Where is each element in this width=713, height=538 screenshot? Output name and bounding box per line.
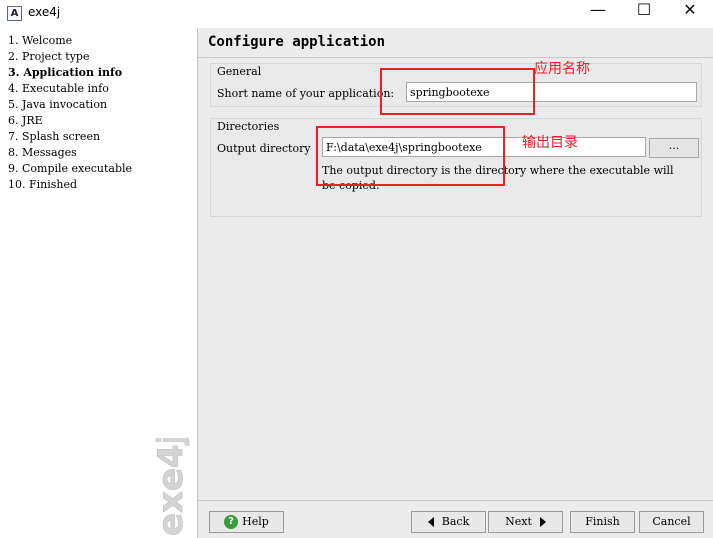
app-name-annotation: 应用名称 xyxy=(534,61,590,77)
window-title: exe4j xyxy=(28,5,61,19)
general-legend: General xyxy=(217,65,262,78)
step-compile-executable: 9. Compile executable xyxy=(8,162,133,175)
step-executable-info: 4. Executable info xyxy=(8,82,109,95)
step-splash-screen: 7. Splash screen xyxy=(8,130,101,143)
wizard-steps-sidebar: 1. Welcome 2. Project type 3. Applicatio… xyxy=(0,28,198,538)
back-button[interactable]: Back xyxy=(411,511,486,533)
step-application-info: 3. Application info xyxy=(8,66,123,79)
back-label: Back xyxy=(441,515,470,528)
page-title: Configure application xyxy=(208,34,386,50)
output-dir-annotation-box xyxy=(316,126,505,186)
help-icon: ? xyxy=(224,515,239,529)
step-java-invocation: 5. Java invocation xyxy=(8,98,108,111)
help-label: Help xyxy=(242,515,269,528)
short-name-label: Short name of your application: xyxy=(217,87,395,100)
next-arrow-icon xyxy=(539,517,546,527)
next-button[interactable]: Next xyxy=(488,511,563,533)
app-name-annotation-box xyxy=(380,68,535,115)
step-welcome: 1. Welcome xyxy=(8,34,73,47)
maximize-button[interactable]: ☐ xyxy=(621,0,667,28)
output-dir-annotation: 输出目录 xyxy=(522,135,578,151)
browse-button[interactable]: ... xyxy=(649,138,699,158)
cancel-button[interactable]: Cancel xyxy=(639,511,704,533)
step-project-type: 2. Project type xyxy=(8,50,90,63)
step-finished: 10. Finished xyxy=(8,178,78,191)
step-messages: 8. Messages xyxy=(8,146,77,159)
watermark-text: exe4j xyxy=(151,438,191,536)
directories-legend: Directories xyxy=(217,120,280,133)
main-panel: Configure application General Short name… xyxy=(198,28,713,538)
steps-list: 1. Welcome 2. Project type 3. Applicatio… xyxy=(0,28,197,193)
close-button[interactable]: ✕ xyxy=(667,0,713,28)
minimize-button[interactable]: — xyxy=(575,0,621,28)
help-button[interactable]: ? Help xyxy=(209,511,284,533)
title-bar: A exe4j — ☐ ✕ xyxy=(0,0,713,28)
output-directory-label: Output directory xyxy=(217,142,311,155)
exe4j-watermark-logo: exe4j xyxy=(151,438,192,536)
finish-button[interactable]: Finish xyxy=(570,511,635,533)
title-divider xyxy=(198,57,713,58)
bottom-divider xyxy=(198,500,713,501)
next-label: Next xyxy=(505,515,532,528)
app-icon: A xyxy=(7,6,22,21)
back-arrow-icon xyxy=(427,517,434,527)
step-jre: 6. JRE xyxy=(8,114,43,127)
